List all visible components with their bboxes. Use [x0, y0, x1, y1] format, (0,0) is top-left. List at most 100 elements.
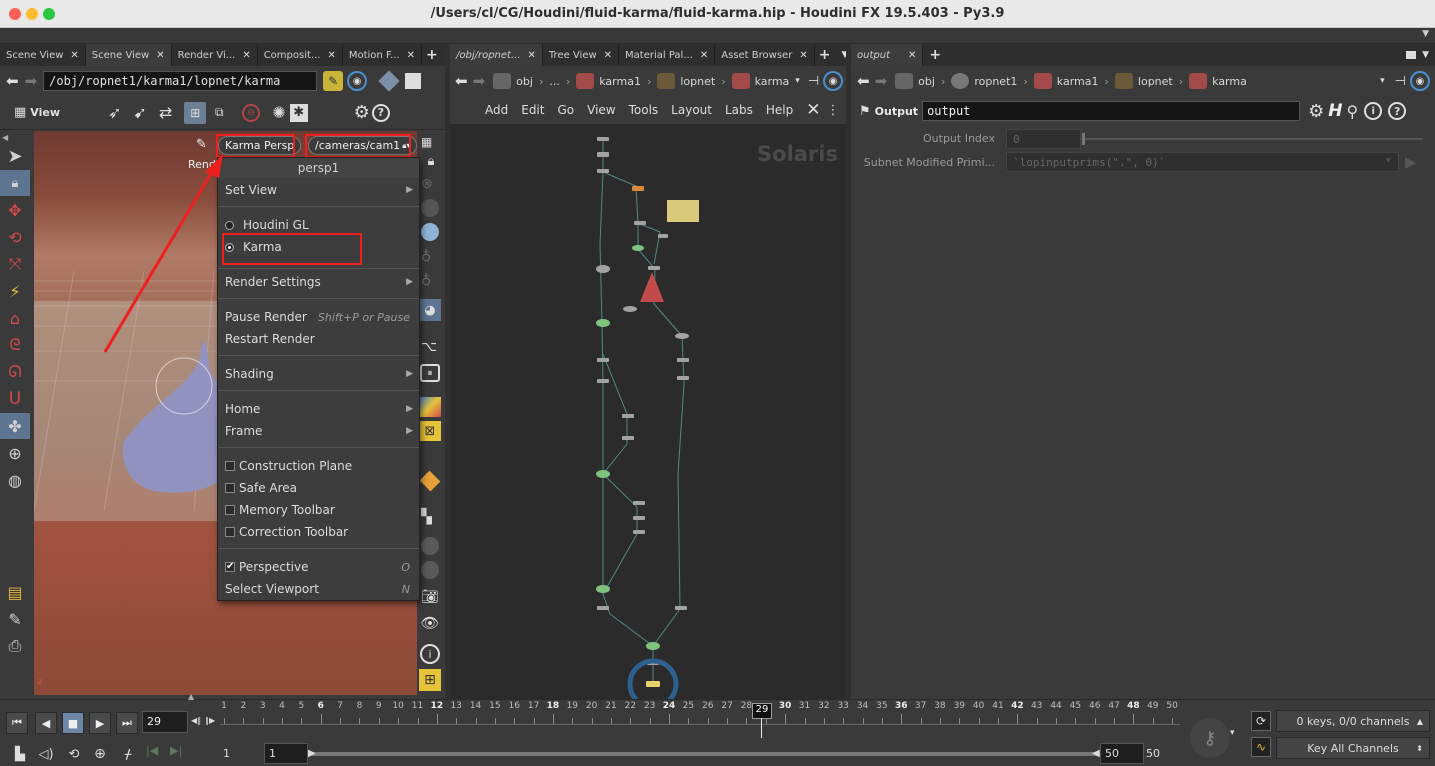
snap-magnet-icon[interactable]: U: [0, 386, 30, 412]
texture-icon[interactable]: ▚: [421, 509, 432, 525]
rotate-tool-icon[interactable]: ⟲: [0, 224, 30, 250]
step-forward-icon[interactable]: ‖▶: [205, 716, 215, 725]
pause-icon[interactable]: ⏸: [420, 364, 440, 382]
close-tab-icon[interactable]: ✕: [799, 50, 807, 61]
eye-icon[interactable]: 👁︎: [420, 614, 440, 632]
measure-tool-icon[interactable]: ⊕: [0, 440, 30, 466]
houdini-h-icon[interactable]: H: [1328, 101, 1342, 121]
snap-grid-icon[interactable]: ⧉: [208, 102, 230, 124]
scale-tool-icon[interactable]: ⤧: [0, 251, 30, 277]
slider-handle[interactable]: [1082, 133, 1085, 145]
crumb-dropdown-icon[interactable]: ▾: [795, 76, 800, 86]
expand-up-icon[interactable]: ▲: [188, 692, 194, 701]
pose-tool-icon[interactable]: ✤: [0, 413, 30, 439]
info-icon[interactable]: i: [1364, 102, 1383, 120]
jump-end-button[interactable]: ⏭: [116, 712, 138, 734]
menu-help[interactable]: Help: [766, 103, 793, 117]
settings-gear-icon[interactable]: ⚙: [1308, 101, 1324, 122]
crumb-karma[interactable]: karma: [755, 75, 790, 88]
key-all-channels-button[interactable]: Key All Channels ⬍: [1276, 737, 1430, 759]
transform-tool-icon[interactable]: ➹: [133, 103, 146, 122]
visibility-icon[interactable]: ⌥: [421, 339, 437, 355]
range-end-handle-icon[interactable]: ◀: [1092, 748, 1100, 759]
close-tab-icon[interactable]: ✕: [528, 50, 536, 61]
snap-icon[interactable]: ⊞: [184, 101, 207, 124]
global-animation-icon[interactable]: ⊕: [90, 744, 110, 764]
pin-icon[interactable]: ⊣: [1395, 74, 1406, 89]
subnet-modified-field[interactable]: `lopinputprims(".", 0)`: [1006, 152, 1399, 172]
close-tab-icon[interactable]: ✕: [908, 50, 916, 61]
handle-tool-icon[interactable]: ⇄: [159, 103, 172, 122]
pin-icon[interactable]: ✎: [323, 71, 344, 91]
desktop-menu-arrow-icon[interactable]: ▼: [1422, 29, 1429, 39]
add-tab-icon[interactable]: +: [426, 47, 438, 63]
back-arrow-icon[interactable]: ⬅: [455, 72, 468, 90]
channel-graph-icon[interactable]: ∿: [1251, 737, 1271, 757]
tab-asset-browser[interactable]: Asset Browser ✕: [715, 44, 815, 66]
menu-item-restart-render[interactable]: Restart Render: [218, 328, 419, 350]
crumb-lopnet[interactable]: lopnet: [680, 75, 715, 88]
select-tool-icon[interactable]: ➶: [108, 103, 121, 122]
loop-icon[interactable]: ⟲: [64, 744, 84, 764]
crumb-karma[interactable]: karma: [1212, 75, 1247, 88]
pane-layout-icon[interactable]: [1406, 51, 1417, 59]
settings-gear-icon[interactable]: ⚙: [354, 102, 370, 123]
material-ball-2-icon[interactable]: [421, 561, 439, 579]
display-options-icon[interactable]: ▦: [421, 135, 432, 149]
forward-arrow-icon[interactable]: ➡: [473, 72, 486, 90]
range-start-handle-icon[interactable]: ▶: [308, 748, 316, 759]
range-slider[interactable]: [310, 752, 1100, 756]
lasso-tool-icon[interactable]: ᘓ: [0, 332, 30, 358]
keys-channels-button[interactable]: 0 keys, 0/0 channels ▲: [1276, 710, 1430, 732]
tab-scene-view-1[interactable]: Scene View ✕: [0, 44, 86, 66]
play-reverse-button[interactable]: ◀: [35, 712, 57, 734]
stop-button[interactable]: ■: [62, 712, 84, 734]
menu-add[interactable]: Add: [485, 103, 508, 117]
menu-item-home[interactable]: Home ▶: [218, 398, 419, 420]
jump-start-button[interactable]: ⏮: [6, 712, 28, 734]
menu-item-safe-area[interactable]: Safe Area: [218, 477, 419, 499]
help-icon[interactable]: ?: [1388, 102, 1407, 120]
info-icon[interactable]: i: [420, 644, 440, 664]
crumb-obj[interactable]: obj: [516, 75, 533, 88]
forward-arrow-icon[interactable]: ➡: [875, 72, 888, 90]
wireframe-icon[interactable]: ⊠: [419, 421, 441, 441]
tab-tree-view[interactable]: Tree View ✕: [543, 44, 620, 66]
close-tab-icon[interactable]: ✕: [242, 50, 250, 61]
key-dropdown-icon[interactable]: ▾: [1230, 728, 1235, 738]
handle-tool-icon[interactable]: ⚡: [0, 278, 30, 304]
add-tab-icon[interactable]: +: [929, 47, 941, 63]
tab-material-palette[interactable]: Material Pal... ✕: [619, 44, 716, 66]
close-tab-icon[interactable]: ✕: [407, 50, 415, 61]
pin-icon[interactable]: ⊣: [808, 74, 819, 89]
material-ball-icon[interactable]: [421, 537, 439, 555]
menu-item-shading[interactable]: Shading ▶: [218, 363, 419, 385]
close-tab-icon[interactable]: ✕: [156, 50, 164, 61]
field-dropdown-icon[interactable]: ▾: [1386, 156, 1391, 166]
menu-tools[interactable]: Tools: [629, 103, 659, 117]
no-entry-icon[interactable]: ⊖: [242, 103, 261, 122]
display-mode-icon[interactable]: [419, 397, 441, 417]
more-options-icon[interactable]: ⋮: [827, 103, 840, 118]
crumb-obj[interactable]: obj: [918, 75, 935, 88]
timeline-ruler[interactable]: 1 2 3 4 5 6 7 8 9 10 11 12 13 14 15 16 17 18 19 20 21 22 23 24 2…: [220, 700, 1188, 736]
step-back-icon[interactable]: ◀‖: [191, 716, 201, 725]
menu-item-frame[interactable]: Frame ▶: [218, 420, 419, 442]
close-tab-icon[interactable]: ✕: [700, 50, 708, 61]
crumb-karma1[interactable]: karma1: [1057, 75, 1099, 88]
keyframes-icon[interactable]: ᚋ: [118, 744, 138, 764]
ghost-icon[interactable]: ⊗: [421, 176, 433, 192]
stack-tool-icon[interactable]: ▤: [0, 579, 30, 605]
menu-item-memory-toolbar[interactable]: Memory Toolbar: [218, 499, 419, 521]
back-arrow-icon[interactable]: ⬅: [6, 72, 19, 90]
next-key-icon[interactable]: ▶|: [170, 744, 182, 757]
light-tool-icon[interactable]: ✺: [272, 103, 285, 122]
lock-tool-icon[interactable]: 🔒︎: [0, 170, 30, 196]
menu-view[interactable]: View: [587, 103, 615, 117]
menu-item-construction-plane[interactable]: Construction Plane: [218, 455, 419, 477]
select-arrow-icon[interactable]: ➤: [0, 143, 30, 169]
crumb-dropdown-icon[interactable]: ▾: [1380, 76, 1385, 86]
view-sphere-icon[interactable]: ◍: [0, 467, 30, 493]
link-icon[interactable]: ◉: [1410, 71, 1430, 91]
node-name-input[interactable]: output: [922, 101, 1301, 121]
